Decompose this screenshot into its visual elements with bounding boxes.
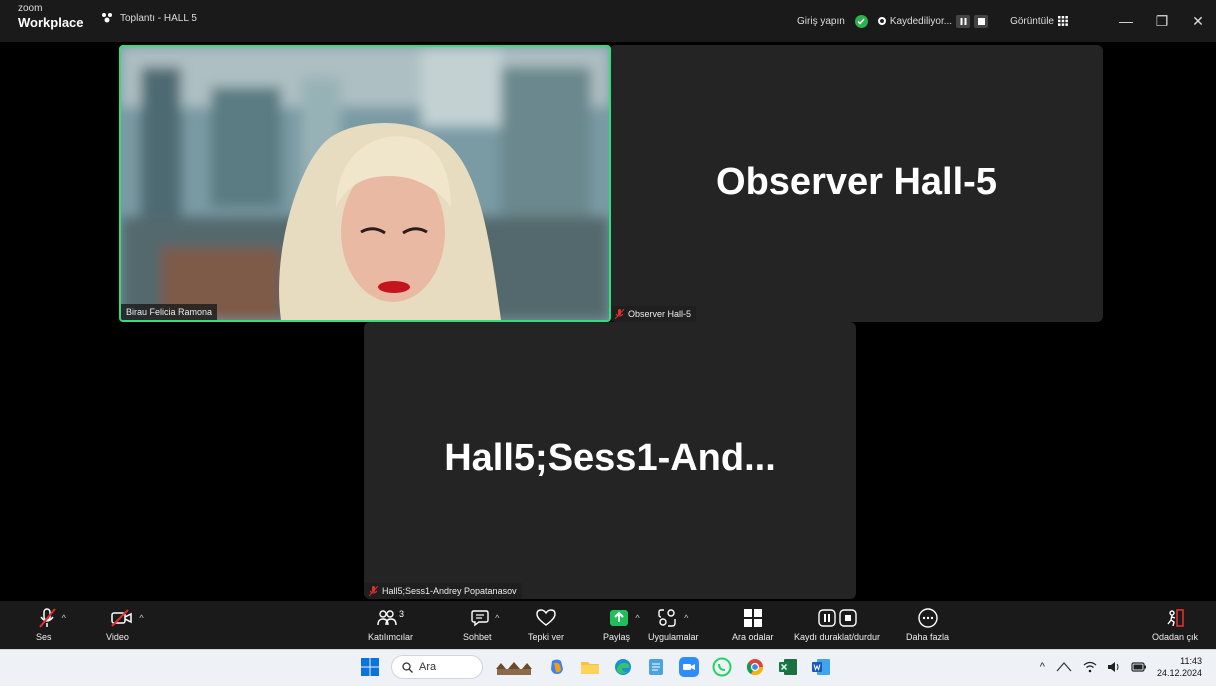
video-options-chevron-icon[interactable]: ^ [139,613,143,623]
leave-label: Odadan çık [1152,632,1199,642]
record-controls-label: Kaydı duraklat/durdur [794,632,881,642]
zoom-logo: zoom Workplace [18,3,84,30]
recording-label: Kaydediliyor... [889,15,953,27]
recording-dot-icon [877,17,886,25]
audio-button[interactable]: ^ Ses [36,607,68,642]
observer-name-label: Observer Hall-5 [610,306,697,322]
signin-link[interactable]: Giriş yapın [797,16,845,27]
video-button[interactable]: ^ Video [106,607,149,642]
leave-button[interactable]: Odadan çık [1152,607,1198,642]
chat-button[interactable]: ^ Sohbet [463,607,508,642]
pause-icon [817,609,836,627]
hall5-tile-title: Hall5;Sess1-And... [444,437,776,479]
leave-room-icon [1167,609,1184,627]
close-button[interactable]: ✕ [1180,13,1216,30]
hall5-name-label: Hall5;Sess1-Andrey Popatanasov [364,583,522,599]
recording-status: Kaydediliyor... [877,14,989,28]
widgets-icon[interactable] [492,655,536,679]
chat-label: Sohbet [463,632,492,642]
participants-label: Katılımcılar [368,632,414,642]
show-hidden-icons-chevron-icon[interactable]: ^ [1040,661,1045,673]
chat-options-chevron-icon[interactable]: ^ [495,613,499,623]
word-icon[interactable] [809,655,833,679]
view-button[interactable]: Görüntüle [1010,16,1068,27]
participants-count: 3 [399,609,405,619]
minimize-button[interactable]: — [1108,13,1144,29]
apps-options-chevron-icon[interactable]: ^ [684,613,688,623]
video-participant-name: Birau Felicia Ramona [126,307,213,317]
video-label: Video [106,632,129,642]
audio-options-chevron-icon[interactable]: ^ [62,613,66,623]
share-options-chevron-icon[interactable]: ^ [635,613,639,623]
wifi-icon[interactable] [1083,661,1097,673]
share-button[interactable]: ^ Paylaş [603,607,646,642]
copilot-icon[interactable] [545,655,569,679]
meeting-info[interactable]: Toplantı - HALL 5 [100,12,197,24]
grid-icon [1058,16,1068,26]
record-controls-button[interactable]: Kaydı duraklat/durdur [794,607,880,642]
taskbar-search[interactable]: Ara [391,655,483,679]
apps-label: Uygulamalar [648,632,699,642]
search-icon [402,661,413,673]
participant-video [121,47,609,320]
chrome-icon[interactable] [743,655,767,679]
muted-mic-icon [615,309,624,319]
more-button[interactable]: Daha fazla [906,607,949,642]
system-tray: ^ 11:43 24.12.2024 [1040,655,1202,679]
pause-recording-button[interactable] [956,14,971,28]
file-explorer-icon[interactable] [578,655,602,679]
restore-button[interactable]: ❐ [1144,13,1180,30]
hall5-name: Hall5;Sess1-Andrey Popatanasov [382,586,517,596]
observer-tile-title: Observer Hall-5 [716,161,997,203]
battery-icon[interactable] [1131,662,1147,672]
location-icon[interactable] [1055,661,1073,673]
search-placeholder: Ara [419,661,437,673]
react-button[interactable]: Tepki ver [528,607,564,642]
react-label: Tepki ver [528,632,565,642]
observer-tile[interactable]: Observer Hall-5 Observer Hall-5 [610,45,1103,322]
brand-large: Workplace [18,15,84,30]
participants-icon [377,610,397,626]
apps-icon [658,609,676,627]
meeting-toolbar: ^ Ses ^ Video 3 Katılımcılar ^ Sohbet Te… [0,601,1216,649]
hall5-tile[interactable]: Hall5;Sess1-And... Hall5;Sess1-Andrey Po… [364,322,856,599]
breakout-rooms-icon [743,609,762,627]
stop-icon [838,609,857,627]
breakout-rooms-button[interactable]: Ara odalar [732,607,774,642]
video-tile-birau[interactable]: Birau Felicia Ramona [119,45,611,322]
muted-mic-icon [38,608,56,628]
share-screen-icon [610,610,629,626]
more-label: Daha fazla [906,632,950,642]
windows-start-icon[interactable] [358,655,382,679]
brand-small: zoom [18,3,43,14]
zoom-app-icon[interactable] [677,655,701,679]
heart-icon [536,609,556,626]
whatsapp-icon[interactable] [710,655,734,679]
participants-button[interactable]: 3 Katılımcılar [368,607,413,642]
excel-icon[interactable] [776,655,800,679]
volume-icon[interactable] [1107,661,1121,673]
meeting-title: Toplantı - HALL 5 [120,12,197,24]
view-label: Görüntüle [1010,15,1054,27]
security-shield-icon[interactable] [854,14,868,28]
title-bar: zoom Workplace Toplantı - HALL 5 Giriş y… [0,0,1216,42]
clock-date: 24.12.2024 [1156,668,1202,678]
chat-icon [471,610,489,627]
share-label: Paylaş [603,632,631,642]
audio-label: Ses [36,632,52,642]
observer-name: Observer Hall-5 [628,309,692,319]
breakout-rooms-label: Ara odalar [732,632,774,642]
stop-recording-button[interactable] [974,14,989,28]
more-icon [917,608,938,628]
clock-time: 11:43 [1180,656,1202,666]
edge-icon[interactable] [611,655,635,679]
notepad-icon[interactable] [644,655,668,679]
video-name-label: Birau Felicia Ramona [121,304,218,320]
apps-button[interactable]: ^ Uygulamalar [648,607,699,642]
taskbar-clock[interactable]: 11:43 24.12.2024 [1157,655,1202,679]
muted-mic-icon [369,586,378,596]
windows-taskbar: Ara ^ 11:43 24.12.2024 [0,649,1216,686]
meeting-icon [102,13,112,23]
video-off-icon [111,609,133,627]
